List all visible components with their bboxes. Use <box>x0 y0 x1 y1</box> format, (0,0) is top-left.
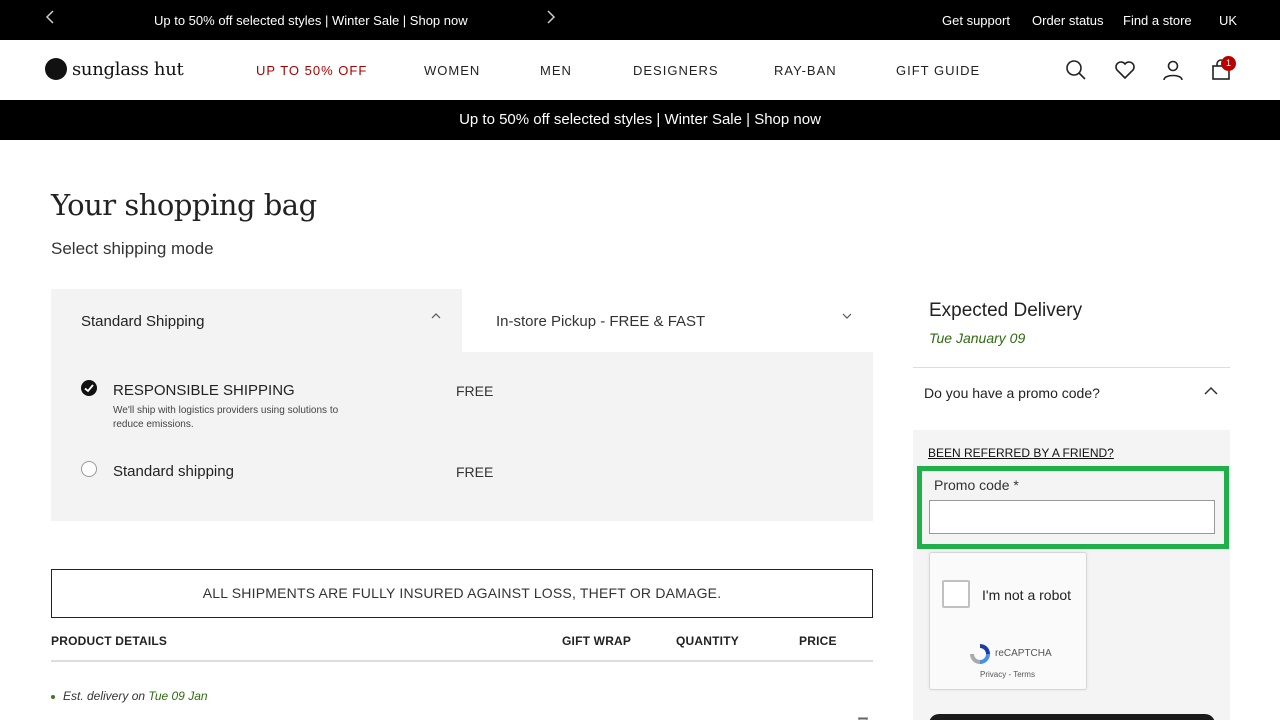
top-promo-message[interactable]: Up to 50% off selected styles | Winter S… <box>154 13 468 28</box>
standard-shipping-radio[interactable] <box>81 461 97 477</box>
tab-in-store-pickup[interactable]: In-store Pickup - FREE & FAST <box>462 289 873 352</box>
nav-women[interactable]: WOMEN <box>424 63 480 78</box>
chevron-up-icon[interactable] <box>1204 383 1218 399</box>
promo-code-label: Promo code * <box>934 477 1019 493</box>
expected-delivery-date: Tue January 09 <box>929 330 1026 346</box>
tab-standard-shipping[interactable]: Standard Shipping <box>51 289 462 352</box>
logo-text: sunglass hut <box>72 58 184 80</box>
cart-count-badge: 1 <box>1221 56 1236 71</box>
top-promo-strip: Up to 50% off selected styles | Winter S… <box>0 0 1280 40</box>
responsible-shipping-price: FREE <box>456 383 494 399</box>
account-icon[interactable] <box>1162 59 1184 81</box>
delivery-estimate-date: Tue 09 Jan <box>148 689 208 703</box>
promo-code-toggle[interactable]: Do you have a promo code? <box>924 385 1100 401</box>
nav-designers[interactable]: DESIGNERS <box>633 63 719 78</box>
site-logo[interactable]: sunglass hut <box>45 58 184 80</box>
responsible-shipping-description: We'll ship with logistics providers usin… <box>113 405 339 430</box>
responsible-shipping-radio[interactable] <box>81 380 97 396</box>
page-subtitle: Select shipping mode <box>51 239 214 258</box>
order-status-link[interactable]: Order status <box>1032 13 1104 28</box>
trash-icon[interactable] <box>857 713 869 720</box>
nav-gift-guide[interactable]: GIFT GUIDE <box>896 63 980 78</box>
tab-standard-shipping-label: Standard Shipping <box>81 313 205 330</box>
expected-delivery-title: Expected Delivery <box>929 300 1083 321</box>
delivery-estimate: Est. delivery on Tue 09 Jan <box>51 689 208 703</box>
recaptcha-checkbox[interactable] <box>942 580 970 608</box>
standard-shipping-price: FREE <box>456 464 494 480</box>
header-quantity: QUANTITY <box>676 634 739 648</box>
recaptcha-label: I'm not a robot <box>982 587 1072 603</box>
sidebar-divider <box>913 367 1230 368</box>
referred-by-friend-link[interactable]: BEEN REFERRED BY A FRIEND? <box>928 446 1114 460</box>
shipping-options-panel <box>51 352 873 521</box>
recaptcha-terms-link[interactable]: Privacy - Terms <box>980 670 1035 679</box>
site-header: sunglass hut UP TO 50% OFF WOMEN MEN DES… <box>0 40 1280 100</box>
chevron-up-icon <box>431 311 441 323</box>
recaptcha-logo-icon <box>968 642 992 666</box>
heart-icon[interactable] <box>1114 59 1136 81</box>
table-divider <box>51 660 873 662</box>
logo-mark <box>45 58 67 80</box>
standard-shipping-title: Standard shipping <box>113 463 234 480</box>
page-title: Your shopping bag <box>51 188 317 222</box>
chevron-down-icon <box>842 311 852 323</box>
country-selector[interactable]: UK <box>1219 13 1237 28</box>
nav-ray-ban[interactable]: RAY-BAN <box>774 63 837 78</box>
bullet-dot <box>51 694 55 699</box>
recaptcha-brand: reCAPTCHA <box>995 648 1052 659</box>
find-a-store-link[interactable]: Find a store <box>1123 13 1192 28</box>
delivery-estimate-prefix: Est. delivery on <box>63 689 146 703</box>
chevron-left-icon[interactable] <box>45 10 55 29</box>
tab-in-store-pickup-label: In-store Pickup - FREE & FAST <box>496 313 706 330</box>
promo-code-input[interactable] <box>929 500 1215 534</box>
nav-sale[interactable]: UP TO 50% OFF <box>256 63 367 78</box>
search-icon[interactable] <box>1065 59 1087 81</box>
header-gift-wrap: GIFT WRAP <box>562 634 632 648</box>
get-support-link[interactable]: Get support <box>942 13 1010 28</box>
insured-notice: ALL SHIPMENTS ARE FULLY INSURED AGAINST … <box>51 569 873 618</box>
apply-button[interactable] <box>929 714 1215 720</box>
chevron-right-icon[interactable] <box>546 10 556 29</box>
header-price: PRICE <box>799 634 837 648</box>
header-product-details: PRODUCT DETAILS <box>51 634 168 648</box>
responsible-shipping-title: RESPONSIBLE SHIPPING <box>113 382 295 399</box>
promo-banner[interactable]: Up to 50% off selected styles | Winter S… <box>0 100 1280 140</box>
nav-men[interactable]: MEN <box>540 63 572 78</box>
